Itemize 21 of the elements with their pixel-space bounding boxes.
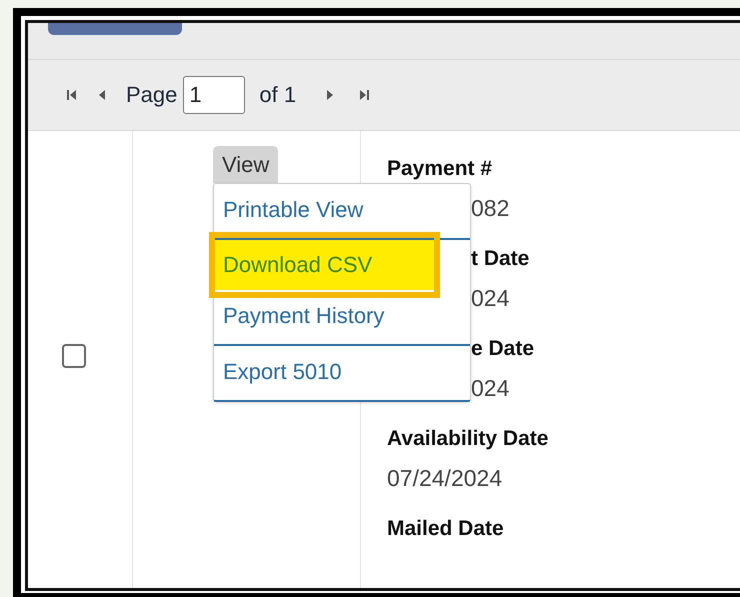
previous-page-icon[interactable]	[98, 88, 106, 102]
field-label: Payment #	[387, 156, 492, 182]
row-checkbox[interactable]	[62, 344, 86, 368]
last-page-icon[interactable]	[358, 88, 370, 102]
page-count: of 1	[259, 82, 296, 108]
field-label: Mailed Date	[387, 516, 504, 542]
menu-item[interactable]: Payment History	[214, 290, 470, 346]
field-value: 024	[471, 285, 510, 313]
page-label: Page	[126, 82, 178, 108]
menu-item[interactable]: Download CSV	[215, 240, 434, 290]
view-button[interactable]: View	[213, 146, 278, 183]
first-page-icon[interactable]	[66, 88, 78, 102]
page-field[interactable]: 1	[183, 76, 246, 114]
field-label: e Date	[471, 336, 534, 362]
field-label: Availability Date	[387, 426, 548, 452]
menu-item[interactable]: Export 5010	[214, 346, 470, 400]
field-value: 07/24/2024	[387, 465, 502, 493]
field-label: t Date	[471, 246, 530, 272]
field-value: 082	[471, 195, 510, 223]
field-value: 024	[471, 375, 510, 403]
next-page-icon[interactable]	[326, 88, 334, 102]
